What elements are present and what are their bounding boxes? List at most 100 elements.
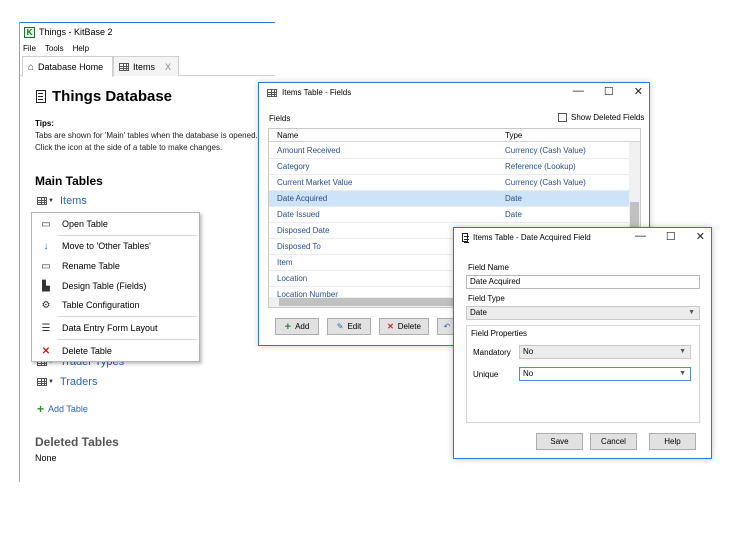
button-label: Add	[295, 322, 310, 331]
gear-icon: ⚙	[41, 299, 51, 311]
column-header-type[interactable]: Type	[505, 131, 522, 140]
page-title-text: Things Database	[52, 88, 173, 105]
window-title: Things - KitBase 2	[39, 27, 113, 37]
menu-bar: File Tools Help	[23, 44, 89, 56]
tab-bar: ⌂ Database Home Items X	[20, 56, 275, 77]
menu-item-open-table[interactable]: ▭ Open Table	[32, 214, 199, 234]
deleted-tables-heading: Deleted Tables	[35, 435, 119, 449]
menu-item-label: Design Table (Fields)	[62, 281, 147, 291]
open-table-icon: ▭	[41, 218, 51, 230]
arrow-down-icon: ↓	[43, 240, 49, 252]
select-value: No	[523, 369, 534, 378]
tab-database-home[interactable]: ⌂ Database Home	[22, 56, 113, 77]
cell-name: Date Acquired	[277, 194, 328, 203]
maximize-icon[interactable]: ☐	[604, 85, 614, 98]
cancel-button[interactable]: Cancel	[590, 433, 637, 450]
minimize-icon[interactable]: —	[635, 230, 646, 243]
table-row[interactable]: Category Reference (Lookup)	[269, 159, 629, 175]
cell-type: Date	[505, 210, 522, 219]
dialog-title: Items Table - Fields	[267, 88, 351, 97]
column-header-name[interactable]: Name	[277, 131, 298, 140]
edit-field-button[interactable]: ✎ Edit	[327, 318, 371, 335]
main-tables-heading: Main Tables	[35, 174, 103, 188]
table-icon	[119, 62, 129, 71]
table-row[interactable]: Current Market Value Currency (Cash Value…	[269, 175, 629, 191]
window-controls: — ☐ ✕	[635, 230, 705, 243]
chevron-down-icon: ▼	[688, 309, 695, 316]
add-table-link[interactable]: + Add Table	[37, 402, 88, 416]
menu-item-design-table[interactable]: ▙ Design Table (Fields)	[32, 276, 199, 296]
close-icon[interactable]: ✕	[634, 85, 643, 98]
menu-item-label: Data Entry Form Layout	[62, 323, 158, 333]
table-link-label[interactable]: Items	[60, 195, 87, 207]
field-icon	[462, 233, 469, 242]
scrollbar-thumb[interactable]	[279, 298, 459, 306]
document-icon	[36, 90, 46, 103]
button-label: Edit	[347, 322, 362, 331]
tips-line: Click the icon at the side of a table to…	[35, 143, 223, 152]
table-menu-icon[interactable]	[37, 378, 47, 386]
checkbox-box[interactable]	[558, 113, 567, 122]
field-name-input[interactable]: Date Acquired	[466, 275, 700, 289]
mandatory-label: Mandatory	[473, 348, 511, 357]
table-item-traders[interactable]: ▼ Traders	[37, 376, 97, 388]
button-label: Help	[664, 437, 681, 446]
menu-item-move-to-other-tables[interactable]: ↓ Move to 'Other Tables'	[32, 236, 199, 256]
cell-name: Amount Received	[277, 146, 341, 155]
add-table-label[interactable]: Add Table	[48, 404, 88, 414]
save-button[interactable]: Save	[536, 433, 583, 450]
unique-select[interactable]: No ▼	[519, 367, 691, 381]
menu-help[interactable]: Help	[73, 44, 89, 56]
help-button[interactable]: Help	[649, 433, 696, 450]
table-menu-icon[interactable]	[37, 197, 47, 205]
window-controls: — ☐ ✕	[573, 85, 643, 98]
table-link-label[interactable]: Traders	[60, 376, 98, 388]
show-deleted-fields-checkbox[interactable]: Show Deleted Fields	[558, 113, 644, 122]
home-icon: ⌂	[28, 61, 35, 73]
cell-name: Current Market Value	[277, 178, 353, 187]
table-item-items[interactable]: ▼ Items	[37, 195, 87, 207]
button-label: Cancel	[601, 437, 626, 446]
tab-close-button[interactable]: X	[165, 62, 171, 72]
button-label: Delete	[397, 322, 421, 331]
dialog-title: Items Table - Date Acquired Field	[462, 233, 591, 242]
rename-icon: ▭	[41, 260, 51, 272]
plus-icon: +	[37, 402, 45, 416]
unique-label: Unique	[473, 370, 499, 379]
cell-name: Date Issued	[277, 210, 320, 219]
fields-label: Fields	[269, 114, 291, 123]
delete-x-icon: ✕	[41, 345, 51, 357]
mandatory-select[interactable]: No ▼	[519, 345, 691, 359]
tab-items[interactable]: Items X	[113, 56, 179, 76]
menu-item-label: Open Table	[62, 219, 108, 229]
menu-item-table-configuration[interactable]: ⚙ Table Configuration	[32, 295, 199, 315]
plus-icon: +	[284, 320, 292, 333]
button-label: Save	[550, 437, 569, 446]
undo-icon: ↶	[443, 322, 451, 331]
cell-name: Disposed Date	[277, 226, 330, 235]
field-name-label: Field Name	[468, 263, 509, 272]
field-type-select[interactable]: Date ▼	[466, 306, 700, 320]
table-row-selected[interactable]: Date Acquired Date	[269, 191, 629, 207]
cell-type: Currency (Cash Value)	[505, 178, 586, 187]
table-row[interactable]: Amount Received Currency (Cash Value)	[269, 143, 629, 159]
delete-field-button[interactable]: ✕ Delete	[379, 318, 429, 335]
dialog-title-text: Items Table - Date Acquired Field	[473, 233, 591, 242]
menu-item-delete-table[interactable]: ✕ Delete Table	[32, 341, 199, 361]
minimize-icon[interactable]: —	[573, 85, 584, 98]
chevron-down-icon: ▼	[679, 348, 686, 355]
cell-type: Reference (Lookup)	[505, 162, 576, 171]
table-icon	[267, 88, 277, 97]
add-field-button[interactable]: + Add	[275, 318, 319, 335]
menu-item-rename-table[interactable]: ▭ Rename Table	[32, 256, 199, 276]
menu-tools[interactable]: Tools	[45, 44, 64, 56]
menu-item-data-entry-form-layout[interactable]: ☰ Data Entry Form Layout	[32, 318, 199, 338]
close-icon[interactable]: ✕	[696, 230, 705, 243]
tab-label: Items	[133, 61, 156, 72]
chevron-down-icon: ▼	[48, 198, 54, 204]
menu-file[interactable]: File	[23, 44, 36, 56]
dialog-title-text: Items Table - Fields	[282, 88, 352, 97]
maximize-icon[interactable]: ☐	[666, 230, 676, 243]
table-row[interactable]: Date Issued Date	[269, 207, 629, 223]
menu-item-label: Rename Table	[62, 261, 120, 271]
